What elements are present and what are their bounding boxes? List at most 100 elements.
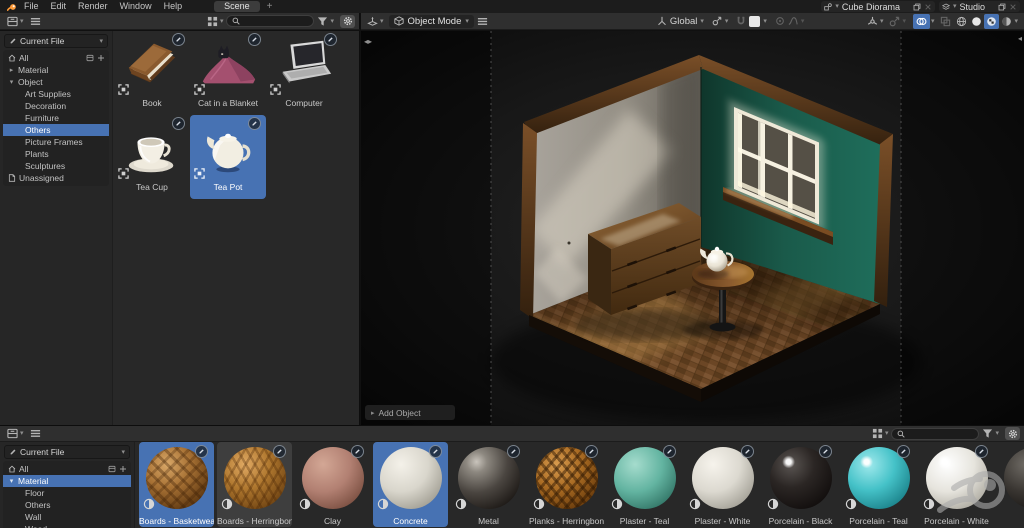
sidebar-expand-icon[interactable]: ◂ [1018,35,1022,43]
catalog-material[interactable]: ▸Material [3,64,109,76]
edit-asset-badge[interactable] [324,33,337,46]
menu-edit[interactable]: Edit [45,0,73,13]
edit-asset-badge[interactable] [819,445,832,458]
shading-rendered-button[interactable]: ▾ [999,14,1020,29]
mode-dropdown[interactable]: Object Mode ▾ [389,15,474,28]
show-overlays-toggle[interactable] [913,14,930,29]
catalog-floor[interactable]: Floor [3,487,131,499]
add-catalog-button[interactable] [119,465,127,473]
material-tile-clay[interactable]: Clay [295,442,370,527]
shading-material-button[interactable] [984,14,999,29]
material-search-input[interactable] [891,428,979,440]
asset-tile-cat-in-a-blanket[interactable]: Cat in a Blanket [190,31,266,115]
asset-settings-button[interactable] [340,15,355,28]
edit-asset-badge[interactable] [429,445,442,458]
material-tile-concrete[interactable]: Concrete [373,442,448,527]
catalog-wall[interactable]: Wall [3,511,131,523]
editor-type-button-materials[interactable]: ▾ [4,426,27,441]
viewport-3d[interactable]: ◂▸ ◂ ▸ Add Object [361,31,1024,425]
expand-icon[interactable]: ▾ [8,477,15,485]
shading-solid-button[interactable] [969,14,984,29]
display-size-button[interactable]: ▾ [204,14,227,29]
catalog-plants[interactable]: Plants [3,148,109,160]
toolbar-expand-icon[interactable]: ◂▸ [364,38,372,46]
catalog-sculptures[interactable]: Sculptures [3,160,109,172]
asset-tile-tea-pot[interactable]: Tea Pot [190,115,266,199]
edit-asset-badge[interactable] [248,33,261,46]
snap-fly-button[interactable]: ▾ [886,14,909,29]
view-layer-selector[interactable]: ▾ Studio [939,1,1020,12]
scene-selector[interactable]: ▾ Cube Diorama [821,1,935,12]
catalog-object[interactable]: ▾Object [3,76,109,88]
asset-search-input[interactable] [226,15,314,27]
edit-asset-badge[interactable] [741,445,754,458]
material-tile-porcelain-black[interactable]: Porcelain - Black [763,442,838,527]
workspace-tab-scene[interactable]: Scene [214,1,260,12]
asset-tile-computer[interactable]: Computer [266,31,342,115]
edit-asset-badge[interactable] [351,445,364,458]
display-size-button[interactable]: ▾ [869,426,892,441]
catalog-decoration[interactable]: Decoration [3,100,109,112]
catalog-art-supplies[interactable]: Art Supplies [3,88,109,100]
edit-asset-badge[interactable] [195,445,208,458]
remove-view-layer-button[interactable] [1009,3,1017,11]
edit-asset-badge[interactable] [172,33,185,46]
editor-type-button-viewport[interactable]: ▾ [364,14,387,29]
add-catalog-button[interactable] [97,54,105,62]
catalog-icon[interactable] [86,54,94,62]
asset-tile-book[interactable]: Book [114,31,190,115]
catalog-all[interactable]: All [3,463,131,475]
catalog-furniture[interactable]: Furniture [3,112,109,124]
material-tile-plaster-teal[interactable]: Plaster - Teal [607,442,682,527]
snap-toggle[interactable]: ▾ [732,15,771,28]
catalog-others[interactable]: Others [3,124,109,136]
menu-render[interactable]: Render [72,0,114,13]
edit-asset-badge[interactable] [248,117,261,130]
edit-asset-badge[interactable] [172,117,185,130]
menu-icon[interactable] [27,426,44,441]
edit-asset-badge[interactable] [507,445,520,458]
menu-help[interactable]: Help [158,0,189,13]
catalog-all[interactable]: All [3,52,109,64]
expand-icon[interactable]: ▾ [8,78,15,86]
viewport-menu-icon[interactable] [474,14,491,29]
material-library-select[interactable]: Current File ▾ [4,445,130,459]
material-tile-boards-basketweave[interactable]: Boards - Basketweave [139,442,214,527]
show-gizmo-button[interactable]: ▾ [864,14,887,29]
asset-tile-tea-cup[interactable]: Tea Cup [114,115,190,199]
unlink-scene-button[interactable] [924,3,932,11]
material-tile-metal[interactable]: Metal [451,442,526,527]
xray-toggle[interactable] [937,14,954,29]
filter-button[interactable]: ▾ [979,426,1002,441]
proportional-editing[interactable]: ▾ [771,15,809,28]
menu-file[interactable]: File [18,0,45,13]
filter-button[interactable]: ▾ [314,14,337,29]
add-object-panel[interactable]: ▸ Add Object [365,405,455,420]
new-scene-button[interactable] [913,3,921,11]
catalog-unassigned[interactable]: Unassigned [3,172,109,184]
add-workspace-button[interactable]: + [267,1,273,12]
material-tile-boards-herringbone[interactable]: Boards - Herringbone [217,442,292,527]
edit-asset-badge[interactable] [975,445,988,458]
catalog-picture-frames[interactable]: Picture Frames [3,136,109,148]
catalog-material[interactable]: ▾Material [3,475,131,487]
menu-window[interactable]: Window [114,0,158,13]
edit-asset-badge[interactable] [585,445,598,458]
blender-logo-icon[interactable] [5,1,18,12]
editor-type-button[interactable]: ▾ [4,14,27,29]
snap-target-button[interactable]: ▾ [708,15,733,28]
edit-asset-badge[interactable] [897,445,910,458]
edit-asset-badge[interactable] [273,445,286,458]
catalog-others[interactable]: Others [3,499,131,511]
transform-orientation[interactable]: Global ▾ ▾ ▾ ▾ [653,15,809,28]
new-view-layer-button[interactable] [998,3,1006,11]
asset-library-select[interactable]: Current File ▾ [4,34,108,48]
collapse-icon[interactable]: ▸ [8,66,15,74]
catalog-wood[interactable]: Wood [3,523,131,528]
catalog-icon[interactable] [108,465,116,473]
material-tile-plaster-white[interactable]: Plaster - White [685,442,760,527]
menu-icon[interactable] [27,14,44,29]
material-tile-porcelain-teal[interactable]: Porcelain - Teal [841,442,916,527]
shading-wireframe-button[interactable] [954,14,969,29]
material-tile-planks-herringbone[interactable]: Planks - Herringbone [529,442,604,527]
